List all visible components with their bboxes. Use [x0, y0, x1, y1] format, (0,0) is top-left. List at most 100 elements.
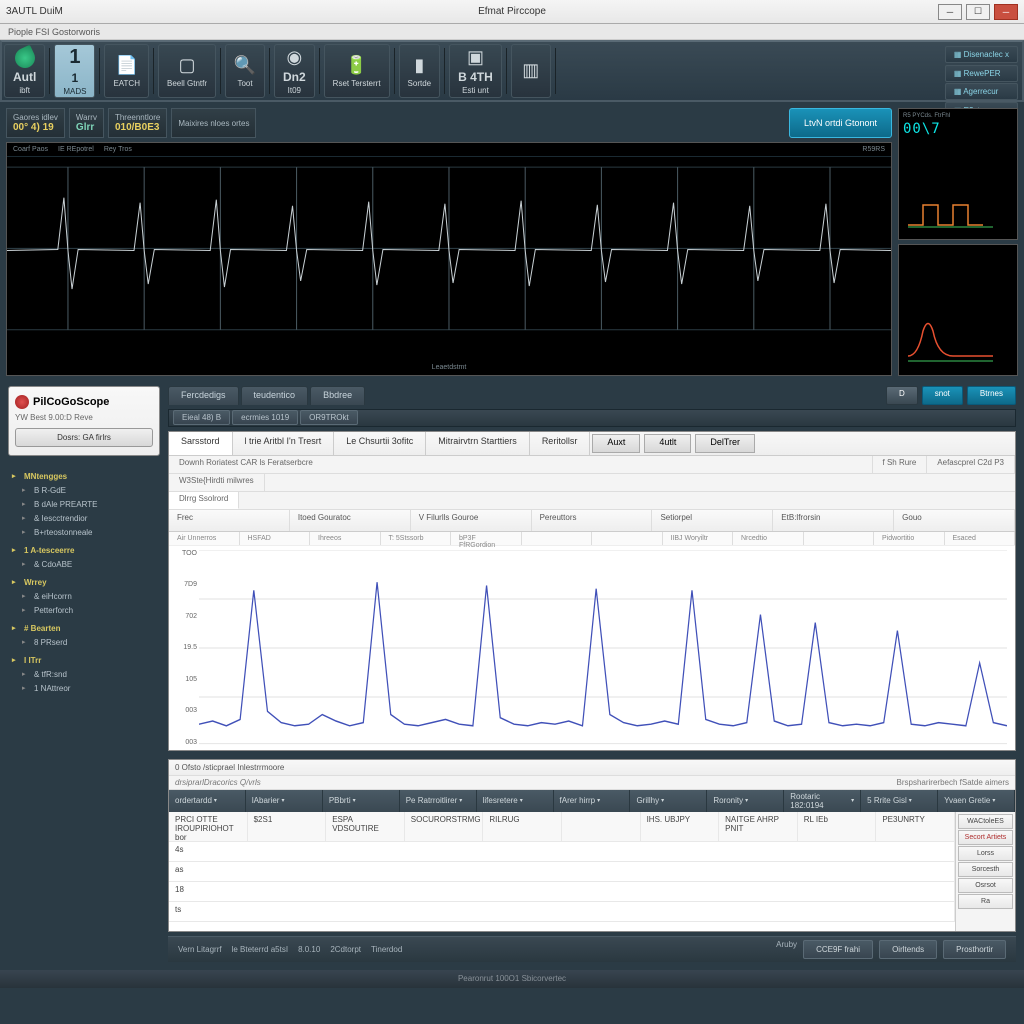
status-box: Gaores idlev00° 4) 19	[6, 108, 65, 138]
chart-column-headers: FrecItoed GouratocV Filurlls GouroePereu…	[169, 510, 1015, 532]
panel-tab[interactable]: l trie Aritbl I'n Tresrt	[233, 432, 335, 455]
toolbar-button[interactable]: ▢Beell Gtntfr	[158, 44, 216, 98]
toolbar-button[interactable]: ▥	[511, 44, 551, 98]
toolbar-right-button[interactable]: ▦ Disenaclec x	[945, 46, 1018, 63]
panel-button[interactable]: DelTrer	[695, 434, 755, 453]
table-side-button[interactable]: Sorcesth	[958, 862, 1013, 877]
subtab[interactable]: Eieal 48) B	[173, 410, 230, 425]
inner-title: Downh Roriatest CAR ls Feratserbcre	[169, 456, 873, 473]
table-row[interactable]: as	[169, 862, 955, 882]
tree-item[interactable]: 1 NAttreor	[10, 682, 158, 696]
window-controls: ─ ☐ ─	[938, 4, 1018, 20]
table-header-cell[interactable]: lAbarier ▾	[246, 790, 323, 812]
scope-footer: Leaetdstmt	[7, 361, 891, 375]
chart-header-cell: EtB:lfrorsin	[773, 510, 894, 531]
toolbar-button[interactable]: 11MADS	[54, 44, 95, 98]
table-row[interactable]: 18	[169, 882, 955, 902]
tree-item[interactable]: B dAle PREARTE	[10, 498, 158, 512]
line-chart	[199, 550, 1007, 746]
table-header-cell[interactable]: Roronity ▾	[707, 790, 784, 812]
footer-button[interactable]: Prosthortir	[943, 940, 1006, 959]
footer-button[interactable]: CCE9F frahi	[803, 940, 873, 959]
scope-waveform	[7, 157, 891, 340]
dark-tab-row: FercdedigsteudenticoBbdree DsnotBtrnes	[168, 386, 1016, 405]
toolbar-button[interactable]: ▣B 4THEsti unt	[449, 44, 502, 98]
action-button[interactable]: D	[886, 386, 918, 405]
dark-subtab-row: Eieal 48) Becrmies 1019OR9TROkt	[168, 409, 1016, 427]
table-side-button[interactable]: Osrsot	[958, 878, 1013, 893]
dial-icon: ◉	[283, 47, 305, 68]
tree-item[interactable]: Wrrey	[10, 576, 158, 590]
main-action-button[interactable]: LtvN ortdi Gtonont	[789, 108, 892, 138]
toolbar-button[interactable]: Autlibft	[4, 44, 45, 98]
table-header-cell[interactable]: lifesretere ▾	[477, 790, 554, 812]
table-header-cell[interactable]: 5 Rrite Gisl ▾	[861, 790, 938, 812]
chart-sub-headers: Air UnnerrosHSFADIhreeosT: 5StssorbbP3F …	[169, 532, 1015, 546]
toolbar-right-button[interactable]: ▦ Agerrecur	[945, 83, 1018, 100]
action-button[interactable]: snot	[922, 386, 963, 405]
action-button[interactable]: Btrnes	[967, 386, 1016, 405]
sidebar-action-button[interactable]: Dosrs: GA firlrs	[15, 428, 153, 447]
panel-button[interactable]: 4utlt	[644, 434, 691, 453]
table-header-cell[interactable]: Grillhy ▾	[630, 790, 707, 812]
toolbar-button[interactable]: 📄EATCH	[104, 44, 149, 98]
table-side-button[interactable]: Ra	[958, 894, 1013, 909]
tree-item[interactable]: I ITrr	[10, 654, 158, 668]
table-header-cell[interactable]: fArer hirrp ▾	[554, 790, 631, 812]
toolbar-right-button[interactable]: ▦ RewePER	[945, 65, 1018, 82]
table-rows: PRCI OTTE IROUPIRIOHOT bor$2S1ESPA VDSOU…	[169, 812, 955, 931]
brand-name: PilCoGoScope	[33, 396, 109, 408]
nav-tree[interactable]: MNtenggesB R-GdEB dAle PREARTE& Iescctre…	[8, 462, 160, 962]
close-button[interactable]: ─	[994, 4, 1018, 20]
tree-item[interactable]: B R-GdE	[10, 484, 158, 498]
table-side-button[interactable]: WACtoleES	[958, 814, 1013, 829]
table-header-cell[interactable]: ordertardd ▾	[169, 790, 246, 812]
tree-item[interactable]: 1 A-tesceerre	[10, 544, 158, 558]
battery-icon: 🔋	[346, 55, 368, 77]
tab[interactable]: Bbdree	[310, 386, 365, 405]
brand-logo-icon	[15, 395, 29, 409]
panel-button[interactable]: Auxt	[592, 434, 640, 453]
panel-tab[interactable]: Sarsstord	[169, 432, 233, 455]
tree-item[interactable]: & CdoABE	[10, 558, 158, 572]
footer-button[interactable]: Oirltends	[879, 940, 937, 959]
table-title: 0 Ofsto /sticprael Inlestrrmoore	[169, 760, 1015, 776]
maximize-button[interactable]: ☐	[966, 4, 990, 20]
tree-item[interactable]: Petterforch	[10, 604, 158, 618]
table-row[interactable]: ts	[169, 902, 955, 922]
toolbar-button[interactable]: 🔋Rset Tersterrt	[324, 44, 390, 98]
panel-tab[interactable]: Mitrairvtrn Starttiers	[426, 432, 530, 455]
tree-item[interactable]: B+rteostonneale	[10, 526, 158, 540]
tree-item[interactable]: 8 PRserd	[10, 636, 158, 650]
oscilloscope-display[interactable]: Coarf Paos IE REpotrel Rey Tros R59RS Le…	[6, 142, 892, 376]
table-header-cell[interactable]: Yvaen Gretie ▾	[938, 790, 1015, 812]
chart-header-cell: V Filurlls Gouroe	[411, 510, 532, 531]
toolbar-button[interactable]: ▮Sortde	[399, 44, 441, 98]
tree-item[interactable]: & Iescctrendior	[10, 512, 158, 526]
table-row[interactable]: 4s	[169, 842, 955, 862]
subtab[interactable]: ecrmies 1019	[232, 410, 298, 425]
chart-body[interactable]: TOO7D970219.5105003003	[169, 546, 1015, 750]
toolbar-button[interactable]: 🔍Toot	[225, 44, 265, 98]
tree-item[interactable]: & tfR:snd	[10, 668, 158, 682]
tree-item[interactable]: MNtengges	[10, 470, 158, 484]
meter-icon: ▣	[464, 47, 486, 68]
table-row[interactable]: PRCI OTTE IROUPIRIOHOT bor$2S1ESPA VDSOU…	[169, 812, 955, 842]
leaf-icon	[14, 48, 36, 68]
table-side-button[interactable]: Lorss	[958, 846, 1013, 861]
table-header-cell[interactable]: Pe Ratrroitlirer ▾	[400, 790, 477, 812]
table-header-cell[interactable]: PBbrti ▾	[323, 790, 400, 812]
panel-tab[interactable]: Reritollsr	[530, 432, 591, 455]
tab[interactable]: Fercdedigs	[168, 386, 239, 405]
tab[interactable]: teudentico	[241, 386, 309, 405]
status-row: Gaores idlev00° 4) 19WarrvGlrrThreenntlo…	[6, 108, 892, 138]
tree-item[interactable]: # Bearten	[10, 622, 158, 636]
tree-item[interactable]: & eiHcorrn	[10, 590, 158, 604]
active-inner-tab[interactable]: Dlrrg Ssolrord	[169, 492, 239, 509]
panel-tab[interactable]: Le Chsurtii 3ofitc	[334, 432, 426, 455]
toolbar-button[interactable]: ◉Dn2It09	[274, 44, 315, 98]
subtab[interactable]: OR9TROkt	[300, 410, 358, 425]
minimize-button[interactable]: ─	[938, 4, 962, 20]
table-header-cell[interactable]: Rootaric 182:0194 ▾	[784, 790, 861, 812]
table-side-button[interactable]: Secort Artiets	[958, 830, 1013, 845]
